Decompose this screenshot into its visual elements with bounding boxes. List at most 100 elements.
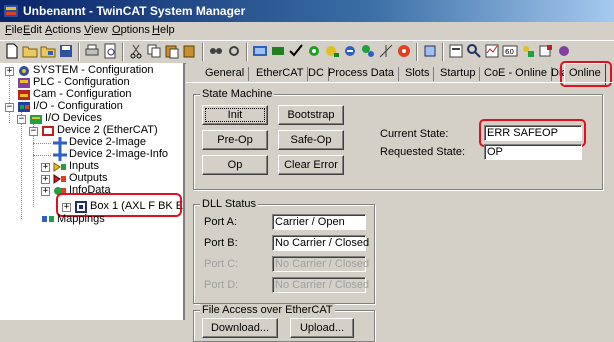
reload-devices-icon[interactable] (342, 43, 358, 59)
menu-file-mnemonic: F (5, 24, 12, 36)
cut-icon[interactable] (128, 43, 144, 59)
tree-expander-system[interactable]: + (5, 67, 14, 76)
tree-item-mappings[interactable]: Mappings (57, 213, 105, 225)
tab-coe-online[interactable]: CoE - Online (480, 67, 552, 81)
tree-item-system[interactable]: SYSTEM - Configuration (33, 64, 153, 76)
process-image-info-icon (53, 149, 67, 161)
print-preview-icon[interactable] (102, 43, 118, 59)
state-machine-group: State Machine Init Bootstrap Pre-Op Safe… (193, 88, 603, 190)
toggle-free-run-icon[interactable] (378, 43, 394, 59)
menu-help[interactable]: Help (152, 24, 175, 36)
paste-special-icon[interactable] (182, 43, 198, 59)
print-icon[interactable] (84, 43, 100, 59)
link-variable-icon[interactable] (538, 43, 554, 59)
restart-icon[interactable] (396, 43, 412, 59)
tree-guide-line (33, 155, 51, 156)
scan-devices-icon[interactable] (360, 43, 376, 59)
init-button[interactable]: Init (202, 105, 268, 125)
tab-startup[interactable]: Startup (436, 67, 481, 81)
toolbar: 60 (0, 40, 614, 64)
copy-icon[interactable] (146, 43, 162, 59)
process-image-icon (53, 137, 67, 149)
bootstrap-button[interactable]: Bootstrap (278, 105, 344, 125)
port-d-field: No Carrier / Closed (272, 277, 369, 293)
pre-op-button[interactable]: Pre-Op (202, 130, 268, 150)
tree-expander-io-devices[interactable]: − (17, 115, 26, 124)
tree-item-io-devices[interactable]: I/O Devices (45, 112, 102, 124)
extra-tool-icon[interactable] (556, 43, 572, 59)
choose-target-icon[interactable] (324, 43, 340, 59)
requested-state-label: Requested State: (380, 146, 466, 158)
current-state-label: Current State: (380, 128, 449, 140)
menu-view[interactable]: View (84, 24, 108, 36)
save-icon[interactable] (58, 43, 74, 59)
tree-item-outputs[interactable]: Outputs (69, 172, 108, 184)
tree-view[interactable]: + SYSTEM - Configuration PLC - Configura… (0, 63, 185, 320)
safe-op-button[interactable]: Safe-Op (278, 130, 344, 150)
download-button[interactable]: Download... (202, 318, 278, 338)
menu-help-label: elp (159, 24, 175, 36)
port-c-field: No Carrier / Closed (272, 256, 369, 272)
cam-config-icon (18, 90, 30, 100)
tab-process-data[interactable]: Process Data (324, 67, 400, 81)
menu-options[interactable]: Options (112, 24, 150, 36)
tree-expander-inputs[interactable]: + (41, 163, 50, 172)
tab-slots[interactable]: Slots (401, 67, 435, 81)
add-box-icon[interactable] (520, 43, 536, 59)
toolbar-separator (202, 43, 204, 61)
new-file-icon[interactable] (4, 43, 20, 59)
clear-error-button[interactable]: Clear Error (278, 155, 344, 175)
find-next-icon[interactable] (226, 43, 242, 59)
tree-item-cam[interactable]: Cam - Configuration (33, 88, 131, 100)
menu-edit[interactable]: Edit (23, 24, 42, 36)
system-config-icon (19, 66, 29, 76)
port-a-field: Carrier / Open (272, 214, 366, 230)
tree-item-io[interactable]: I/O - Configuration (33, 100, 123, 112)
tree-expander-io[interactable]: − (5, 103, 14, 112)
tab-ethercat[interactable]: EtherCAT (252, 67, 309, 81)
toolbar-separator (246, 43, 248, 61)
tree-guide-line (9, 71, 10, 123)
online-mode-icon[interactable] (422, 43, 438, 59)
find-icon[interactable] (208, 43, 224, 59)
tree-item-inputs[interactable]: Inputs (69, 160, 99, 172)
port-c-label: Port C: (204, 258, 239, 270)
generate-mappings-icon[interactable] (252, 43, 268, 59)
port-a-label: Port A: (204, 216, 238, 228)
tree-item-device2-image[interactable]: Device 2-Image (69, 136, 146, 148)
bit-size-icon[interactable]: 60 (502, 43, 518, 59)
toolbar-separator (78, 43, 80, 61)
open-project-icon[interactable] (40, 43, 56, 59)
paste-icon[interactable] (164, 43, 180, 59)
plc-config-icon (18, 78, 30, 88)
tree-expander-device2[interactable]: − (29, 127, 38, 136)
requested-state-field: OP (484, 144, 582, 160)
tree-item-plc[interactable]: PLC - Configuration (33, 76, 130, 88)
open-folder-icon[interactable] (22, 43, 38, 59)
menu-options-mnemonic: O (112, 24, 121, 36)
op-button[interactable]: Op (202, 155, 268, 175)
check-configuration-icon[interactable] (270, 43, 286, 59)
show-online-data-icon[interactable] (448, 43, 464, 59)
activate-configuration-icon[interactable] (288, 43, 304, 59)
title-bar: Unbenannt - TwinCAT System Manager (0, 0, 614, 22)
menu-actions[interactable]: Actions (45, 24, 81, 36)
tab-general[interactable]: General (201, 67, 250, 81)
port-b-label: Port B: (204, 237, 238, 249)
upload-button[interactable]: Upload... (290, 318, 354, 338)
scope-view-icon[interactable] (484, 43, 500, 59)
toolbar-separator (122, 43, 124, 61)
zoom-icon[interactable] (466, 43, 482, 59)
io-devices-icon (30, 115, 42, 124)
set-run-mode-icon[interactable] (306, 43, 322, 59)
menu-file[interactable]: File (5, 24, 23, 36)
menu-edit-label: dit (30, 24, 42, 36)
tree-item-device2[interactable]: Device 2 (EtherCAT) (57, 124, 158, 136)
port-b-field: No Carrier / Closed (272, 235, 369, 251)
tree-expander-outputs[interactable]: + (41, 175, 50, 184)
outputs-icon (53, 174, 66, 184)
tree-expander-infodata[interactable]: + (41, 187, 50, 196)
window-title: Unbenannt - TwinCAT System Manager (23, 4, 246, 18)
tree-item-device2-image-info[interactable]: Device 2-Image-Info (69, 148, 168, 160)
mappings-icon (42, 216, 54, 222)
